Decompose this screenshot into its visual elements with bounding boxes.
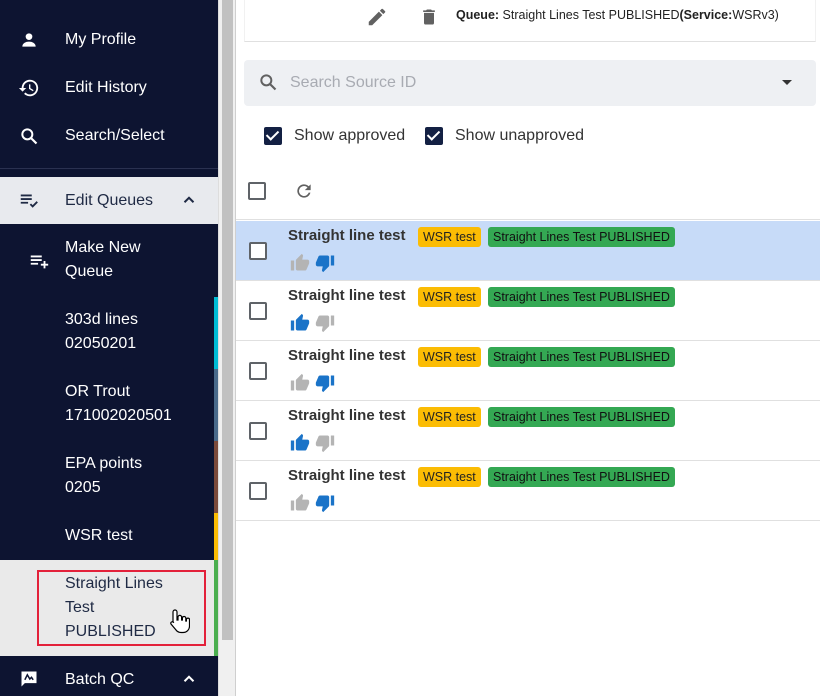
status-badge: Straight Lines Test PUBLISHED [488, 407, 675, 427]
playlist-add-icon [28, 250, 50, 272]
refresh-icon[interactable] [294, 181, 314, 206]
queue-name: Straight Lines Test PUBLISHED [499, 8, 680, 22]
select-all-checkbox[interactable] [248, 182, 266, 200]
queue-badge: WSR test [418, 467, 481, 487]
table-row[interactable]: Straight line test WSR test Straight Lines… [236, 221, 820, 281]
thumb-down-icon[interactable] [315, 313, 335, 333]
results-list: Straight line test WSR test Straight Lines… [236, 161, 820, 696]
thumb-up-icon[interactable] [290, 433, 310, 453]
thumb-down-icon[interactable] [315, 253, 335, 273]
thumb-up-icon[interactable] [290, 373, 310, 393]
row-checkbox[interactable] [249, 422, 267, 440]
row-checkbox[interactable] [249, 482, 267, 500]
pencil-icon[interactable] [365, 5, 389, 29]
sidebar-item-queue-or-trout[interactable]: OR Trout 171002020501 [0, 369, 218, 441]
table-row[interactable]: Straight line test WSR test Straight Lines… [236, 461, 820, 521]
sidebar-item-label: 171002020501 [65, 407, 172, 424]
sidebar-item-label: Make New [65, 239, 141, 256]
status-badge: Straight Lines Test PUBLISHED [488, 227, 675, 247]
sidebar-item-queue-wsr-test[interactable]: WSR test [0, 513, 218, 560]
sidebar-item-make-new-queue[interactable]: Make New Queue [0, 236, 218, 292]
chevron-up-icon[interactable] [180, 191, 198, 214]
sidebar-item-label: Batch QC [65, 671, 135, 688]
search-input[interactable] [290, 71, 770, 95]
service-name: WSRv3) [732, 8, 779, 22]
sidebar-item-label: EPA points [65, 455, 143, 472]
table-row[interactable]: Straight line test WSR test Straight Lines… [236, 401, 820, 461]
feedback-icon [18, 668, 40, 690]
sidebar-item-label: Search/Select [65, 127, 165, 144]
thumb-up-icon[interactable] [290, 313, 310, 333]
status-badge: Straight Lines Test PUBLISHED [488, 347, 675, 367]
show-approved-label: Show approved [294, 127, 406, 144]
table-row[interactable]: Straight line test WSR test Straight Lines… [236, 281, 820, 341]
sidebar-item-edit-history[interactable]: Edit History [0, 76, 218, 100]
sidebar-item-label: 0205 [65, 479, 101, 496]
thumb-up-icon[interactable] [290, 493, 310, 513]
status-badge: Straight Lines Test PUBLISHED [488, 467, 675, 487]
show-unapproved-label: Show unapproved [455, 127, 584, 144]
queue-toolbar: Queue: Straight Lines Test PUBLISHED(Ser… [244, 0, 816, 42]
sidebar: My Profile Edit History Search/Select Ed… [0, 0, 218, 696]
sidebar-item-queue-303d-lines[interactable]: 303d lines 02050201 [0, 297, 218, 369]
row-checkbox[interactable] [249, 362, 267, 380]
thumb-down-icon[interactable] [315, 493, 335, 513]
service-prefix: Service: [683, 8, 733, 22]
sidebar-item-queue-straight-lines-test-published[interactable]: Straight Lines Test PUBLISHED [0, 560, 218, 656]
sidebar-scrollbar[interactable] [218, 0, 235, 696]
thumb-up-icon[interactable] [290, 253, 310, 273]
person-icon [18, 29, 40, 51]
sidebar-item-search-select[interactable]: Search/Select [0, 124, 218, 148]
search-bar [244, 60, 816, 106]
queue-badge: WSR test [418, 407, 481, 427]
queue-prefix: Queue: [456, 8, 500, 22]
row-title: Straight line test [288, 227, 406, 244]
sidebar-item-label: Edit History [65, 79, 147, 96]
sidebar-item-label: OR Trout [65, 383, 130, 400]
queue-badge: WSR test [418, 227, 481, 247]
sidebar-item-label: Edit Queues [65, 192, 154, 209]
show-unapproved-checkbox[interactable] [425, 127, 443, 145]
sidebar-item-label: 303d lines [65, 311, 138, 328]
queue-badge: WSR test [418, 347, 481, 367]
history-icon [18, 77, 40, 99]
dropdown-arrow-icon[interactable] [782, 80, 792, 85]
search-icon [18, 125, 40, 147]
hand-cursor-icon [168, 608, 191, 639]
row-title: Straight line test [288, 467, 406, 484]
sidebar-item-label: WSR test [65, 527, 133, 544]
thumb-down-icon[interactable] [315, 373, 335, 393]
sidebar-item-my-profile[interactable]: My Profile [0, 28, 218, 52]
chevron-up-icon[interactable] [180, 670, 198, 693]
status-badge: Straight Lines Test PUBLISHED [488, 287, 675, 307]
table-row[interactable]: Straight line test WSR test Straight Lines… [236, 341, 820, 401]
row-title: Straight line test [288, 407, 406, 424]
sidebar-divider [0, 168, 218, 169]
search-icon [258, 72, 278, 97]
row-checkbox[interactable] [249, 302, 267, 320]
sidebar-item-label: 02050201 [65, 335, 137, 352]
queue-badge: WSR test [418, 287, 481, 307]
list-header [236, 161, 820, 220]
app-window: My Profile Edit History Search/Select Ed… [0, 0, 820, 696]
row-title: Straight line test [288, 287, 406, 304]
sidebar-item-queue-epa-points[interactable]: EPA points 0205 [0, 441, 218, 513]
sidebar-item-batch-qc[interactable]: Batch QC [0, 656, 218, 696]
playlist-check-icon [18, 189, 40, 211]
sidebar-item-label: My Profile [65, 31, 137, 48]
thumb-down-icon[interactable] [315, 433, 335, 453]
scrollbar-thumb[interactable] [222, 0, 233, 640]
show-approved-checkbox[interactable] [264, 127, 282, 145]
queue-info: Queue: Straight Lines Test PUBLISHED(Ser… [456, 8, 779, 22]
trash-icon[interactable] [417, 5, 441, 29]
row-title: Straight line test [288, 347, 406, 364]
sidebar-item-edit-queues[interactable]: Edit Queues [0, 177, 218, 224]
sidebar-item-label: Queue [65, 263, 114, 280]
row-checkbox[interactable] [249, 242, 267, 260]
